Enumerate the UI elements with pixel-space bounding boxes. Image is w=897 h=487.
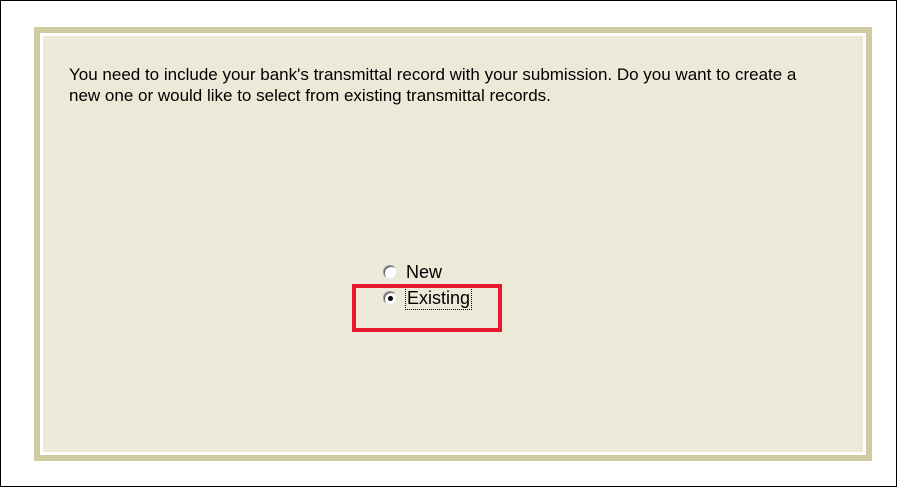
radio-option-new[interactable]: New bbox=[383, 259, 471, 285]
radio-option-existing[interactable]: Existing bbox=[383, 285, 473, 311]
radio-button-existing[interactable] bbox=[383, 291, 397, 305]
dialog-panel: You need to include your bank's transmit… bbox=[34, 27, 872, 461]
dialog-panel-body: You need to include your bank's transmit… bbox=[43, 36, 863, 452]
radio-button-new[interactable] bbox=[383, 265, 397, 279]
screenshot-frame: You need to include your bank's transmit… bbox=[0, 0, 897, 487]
transmittal-option-group: New Existing bbox=[383, 259, 473, 311]
radio-label-new[interactable]: New bbox=[406, 262, 442, 283]
radio-label-existing[interactable]: Existing bbox=[404, 286, 473, 310]
instruction-text: You need to include your bank's transmit… bbox=[69, 65, 797, 105]
